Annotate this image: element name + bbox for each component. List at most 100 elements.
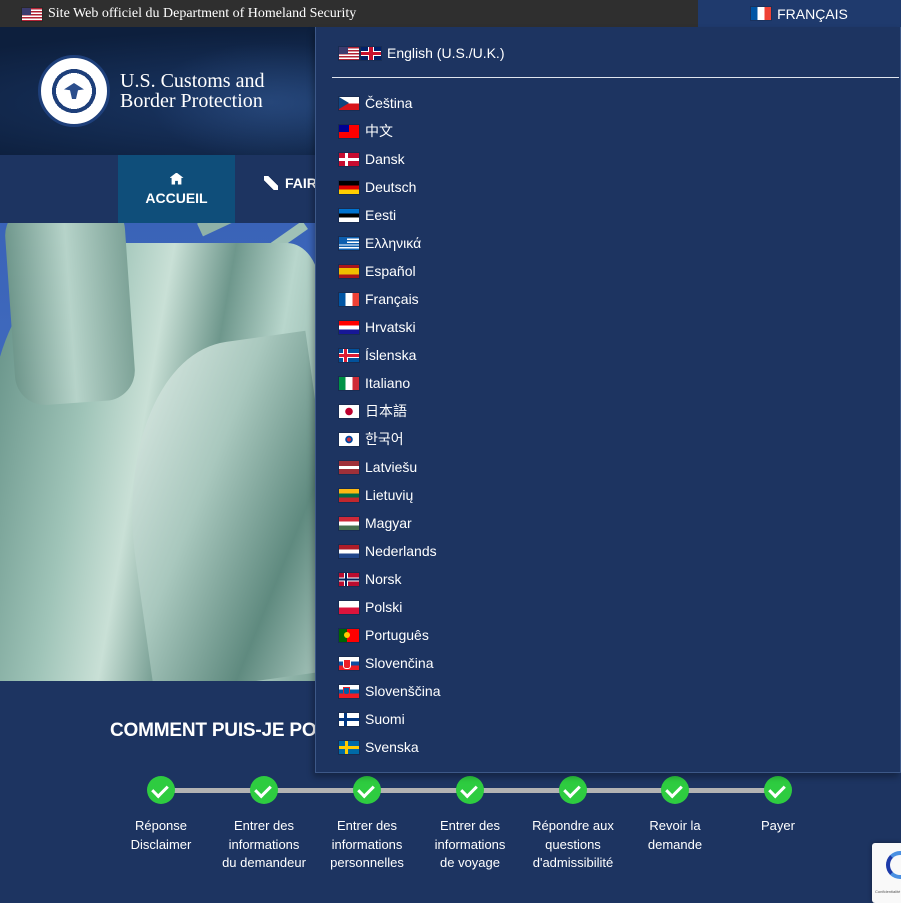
lt-flag-icon: [339, 488, 359, 502]
official-notice: Site Web officiel du Department of Homel…: [22, 6, 356, 22]
language-option-label: Íslenska: [365, 347, 417, 363]
language-option-hr[interactable]: Hrvatski: [339, 313, 441, 341]
language-option-label: Suomi: [365, 711, 405, 727]
france-flag-icon: [751, 7, 772, 20]
uk-flag-icon: [361, 46, 381, 60]
language-option-lv[interactable]: Latviešu: [339, 453, 441, 481]
language-option-cz[interactable]: Čeština: [339, 89, 441, 117]
language-option-fr[interactable]: Français: [339, 285, 441, 313]
how-to-apply-title: COMMENT PUIS-JE PO: [110, 720, 317, 741]
us-flag-icon: [22, 7, 42, 21]
language-option-label: Deutsch: [365, 179, 417, 195]
check-icon: [250, 776, 278, 804]
step-eligibility: Répondre aux questions d'admissibilité: [518, 776, 628, 873]
hu-flag-icon: [339, 516, 359, 530]
agency-name-line1: U.S. Customs and: [120, 70, 265, 92]
language-option-kr[interactable]: 한국어: [339, 425, 441, 453]
recaptcha-badge[interactable]: Confidentialité: [872, 843, 901, 903]
language-option-label: Magyar: [365, 515, 412, 531]
language-option-pl[interactable]: Polski: [339, 593, 441, 621]
language-option-label: Italiano: [365, 375, 411, 391]
eagle-icon: [64, 83, 84, 99]
language-option-nl[interactable]: Nederlands: [339, 537, 441, 565]
language-option-gr[interactable]: Ελληνικά: [339, 229, 441, 257]
language-option-de[interactable]: Deutsch: [339, 173, 441, 201]
step-label: Réponse Disclaimer: [130, 818, 192, 852]
language-option-label: Svenska: [365, 739, 419, 755]
language-option-label: Latviešu: [365, 459, 418, 475]
nl-flag-icon: [339, 544, 359, 558]
language-option-label: 日本語: [365, 403, 407, 419]
language-option-no[interactable]: Norsk: [339, 565, 441, 593]
step-label: Revoir la demande: [647, 818, 703, 852]
language-option-it[interactable]: Italiano: [339, 369, 441, 397]
step-review: Revoir la demande: [620, 776, 730, 854]
de-flag-icon: [339, 180, 359, 194]
jp-flag-icon: [339, 404, 359, 418]
current-language-label: FRANÇAIS: [777, 5, 848, 22]
official-banner: Site Web officiel du Department of Homel…: [0, 0, 901, 27]
agency-name[interactable]: U.S. Customs and Border Protection: [120, 71, 264, 111]
language-option-lt[interactable]: Lietuvių: [339, 481, 441, 509]
pt-flag-icon: [339, 628, 359, 642]
language-option-hu[interactable]: Magyar: [339, 509, 441, 537]
ee-flag-icon: [339, 208, 359, 222]
dk-flag-icon: [339, 152, 359, 166]
language-option-tw[interactable]: 中文: [339, 117, 441, 145]
kr-flag-icon: [339, 432, 359, 446]
fr-flag-icon: [339, 292, 359, 306]
language-option-fi[interactable]: Suomi: [339, 705, 441, 733]
divider: [332, 77, 899, 78]
pl-flag-icon: [339, 600, 359, 614]
language-option-pt[interactable]: Português: [339, 621, 441, 649]
step-personal-info: Entrer des informations personnelles: [312, 776, 422, 873]
sk-flag-icon: [339, 656, 359, 670]
language-option-jp[interactable]: 日本語: [339, 397, 441, 425]
language-option-se[interactable]: Svenska: [339, 733, 441, 761]
step-label: Entrer des informations du demandeur: [222, 818, 306, 870]
cz-flag-icon: [339, 96, 359, 110]
check-icon: [353, 776, 381, 804]
nav-apply[interactable]: FAIR: [264, 175, 317, 191]
se-flag-icon: [339, 740, 359, 754]
check-icon: [147, 776, 175, 804]
tw-flag-icon: [339, 124, 359, 138]
language-option-si[interactable]: Slovenščina: [339, 677, 441, 705]
agency-name-line2: Border Protection: [120, 90, 263, 112]
nav-apply-label: FAIR: [285, 175, 317, 191]
hr-flag-icon: [339, 320, 359, 334]
nav-home[interactable]: ACCUEIL: [118, 155, 235, 223]
check-icon: [559, 776, 587, 804]
us-flag-icon: [339, 46, 359, 60]
language-option-dk[interactable]: Dansk: [339, 145, 441, 173]
step-applicant-info: Entrer des informations du demandeur: [209, 776, 319, 873]
si-flag-icon: [339, 684, 359, 698]
language-option-english[interactable]: English (U.S./U.K.): [339, 45, 504, 61]
language-option-label: Lietuvių: [365, 487, 414, 503]
step-label: Entrer des informations personnelles: [330, 818, 404, 870]
language-option-ee[interactable]: Eesti: [339, 201, 441, 229]
language-option-label: Français: [365, 291, 419, 307]
step-label: Entrer des informations de voyage: [434, 818, 506, 870]
language-option-label: 한국어: [365, 431, 404, 447]
language-option-sk[interactable]: Slovenčina: [339, 649, 441, 677]
check-icon: [764, 776, 792, 804]
recaptcha-icon: [886, 851, 901, 879]
step-label: Répondre aux questions d'admissibilité: [532, 818, 614, 870]
language-option-label: English (U.S./U.K.): [387, 45, 505, 61]
language-option-label: Português: [365, 627, 429, 643]
language-option-es[interactable]: Español: [339, 257, 441, 285]
language-option-label: Ελληνικά: [365, 235, 422, 251]
lv-flag-icon: [339, 460, 359, 474]
step-label: Payer: [761, 818, 795, 833]
language-option-label: Español: [365, 263, 416, 279]
language-option-label: Norsk: [365, 571, 402, 587]
language-option-is[interactable]: Íslenska: [339, 341, 441, 369]
language-option-label: Čeština: [365, 95, 413, 111]
gr-flag-icon: [339, 236, 359, 250]
language-option-label: Hrvatski: [365, 319, 416, 335]
dhs-seal-logo[interactable]: [38, 55, 110, 127]
es-flag-icon: [339, 264, 359, 278]
language-selector-button[interactable]: FRANÇAIS: [698, 0, 901, 27]
language-dropdown: English (U.S./U.K.) Čeština 中文 Dansk Deutsc…: [315, 27, 901, 773]
